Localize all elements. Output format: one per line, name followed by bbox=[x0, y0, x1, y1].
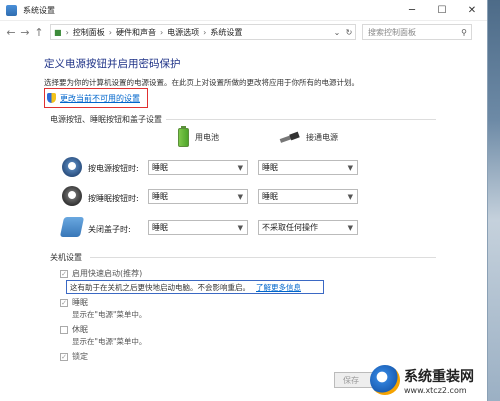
lid-close-label: 关闭盖子时: bbox=[88, 225, 131, 234]
maximize-button[interactable]: ☐ bbox=[427, 0, 457, 20]
page-description: 选择要为你的计算机设置的电源设置。在此页上对设置所做的更改将应用于你所有的电源计… bbox=[44, 78, 359, 87]
battery-icon bbox=[178, 126, 189, 147]
power-plug-icon bbox=[280, 133, 300, 143]
sleep-description: 显示在"电源"菜单中。 bbox=[72, 310, 147, 319]
lid-close-battery-select[interactable]: 睡眠 ▼ bbox=[148, 220, 248, 235]
select-value: 睡眠 bbox=[152, 192, 168, 201]
window-controls: ─ ☐ ✕ bbox=[397, 0, 487, 20]
chevron-down-icon: ▼ bbox=[237, 223, 243, 232]
search-input[interactable]: 搜索控制面板 ⚲ bbox=[362, 24, 472, 40]
section-heading-shutdown: 关机设置 bbox=[50, 253, 82, 262]
up-arrow-icon[interactable]: ↑ bbox=[32, 26, 46, 39]
window-title: 系统设置 bbox=[23, 5, 55, 15]
minimize-button[interactable]: ─ bbox=[397, 0, 427, 20]
title-bar: 系统设置 ─ ☐ ✕ bbox=[0, 0, 487, 21]
chevron-down-icon: ▼ bbox=[347, 223, 353, 232]
page-title: 定义电源按钮并启用密码保护 bbox=[44, 58, 181, 70]
learn-more-link[interactable]: 了解更多信息 bbox=[256, 282, 301, 293]
section-heading-buttons: 电源按钮、睡眠按钮和盖子设置 bbox=[50, 115, 162, 124]
column-plugged-in: 接通电源 bbox=[280, 132, 338, 143]
address-bar: ← → ↑ ■ › 控制面板 › 硬件和声音 › 电源选项 › 系统设置 ⌄ ↻… bbox=[0, 21, 487, 43]
lock-checkbox[interactable]: ✓ bbox=[60, 352, 68, 361]
back-arrow-icon[interactable]: ← bbox=[4, 26, 18, 39]
column-plugged-label: 接通电源 bbox=[306, 133, 338, 142]
breadcrumb-separator-icon: › bbox=[108, 27, 112, 37]
column-battery-label: 用电池 bbox=[195, 133, 219, 142]
power-button-plugged-select[interactable]: 睡眠 ▼ bbox=[258, 160, 358, 175]
watermark: 系统重装网 www.xtcz2.com bbox=[370, 362, 498, 398]
path-actions: ⌄ ↻ bbox=[331, 28, 355, 37]
site-logo-icon bbox=[370, 365, 400, 395]
breadcrumb-item-control-panel[interactable]: 控制面板 bbox=[73, 27, 105, 38]
fast-startup-checkbox-row[interactable]: ✓ 启用快速启动(推荐) bbox=[60, 268, 142, 279]
watermark-url: www.xtcz2.com bbox=[404, 385, 467, 395]
change-settings-link-box: 更改当前不可用的设置 bbox=[44, 88, 148, 108]
sleep-checkbox-row[interactable]: ✓ 睡眠 bbox=[60, 297, 88, 308]
hibernate-checkbox-row[interactable]: 休眠 bbox=[60, 324, 88, 335]
column-battery: 用电池 bbox=[178, 126, 219, 147]
fast-startup-help-box: 这有助于在关机之后更快地启动电脑。不会影响重启。 了解更多信息 bbox=[66, 280, 324, 294]
chevron-down-icon: ▼ bbox=[347, 163, 353, 172]
breadcrumb-item-hardware-sound[interactable]: 硬件和声音 bbox=[116, 27, 156, 38]
breadcrumb-separator-icon: › bbox=[203, 27, 207, 37]
hibernate-checkbox[interactable] bbox=[60, 325, 68, 334]
section-divider bbox=[166, 119, 436, 120]
power-button-label: 按电源按钮时: bbox=[88, 164, 139, 173]
change-unavailable-settings-link[interactable]: 更改当前不可用的设置 bbox=[60, 93, 140, 104]
select-value: 睡眠 bbox=[262, 192, 278, 201]
hibernate-label: 休眠 bbox=[72, 325, 88, 334]
power-button-icon bbox=[62, 157, 82, 177]
search-icon[interactable]: ⚲ bbox=[461, 28, 467, 37]
hibernate-description: 显示在"电源"菜单中。 bbox=[72, 337, 147, 346]
close-button[interactable]: ✕ bbox=[457, 0, 487, 20]
breadcrumb[interactable]: ■ › 控制面板 › 硬件和声音 › 电源选项 › 系统设置 ⌄ ↻ bbox=[50, 24, 356, 40]
breadcrumb-item-power-options[interactable]: 电源选项 bbox=[167, 27, 199, 38]
fast-startup-help-text: 这有助于在关机之后更快地启动电脑。不会影响重启。 bbox=[70, 282, 250, 292]
uac-shield-icon bbox=[47, 93, 56, 103]
desktop-background bbox=[488, 0, 500, 401]
sleep-label: 睡眠 bbox=[72, 298, 88, 307]
section-divider bbox=[90, 257, 436, 258]
control-panel-window: 系统设置 ─ ☐ ✕ ← → ↑ ■ › 控制面板 › 硬件和声音 › 电源选项… bbox=[0, 0, 488, 401]
chevron-down-icon: ▼ bbox=[347, 192, 353, 201]
select-value: 睡眠 bbox=[152, 223, 168, 232]
search-placeholder: 搜索控制面板 bbox=[368, 27, 416, 37]
lock-label: 锁定 bbox=[72, 352, 88, 361]
sleep-button-label: 按睡眠按钮时: bbox=[88, 194, 139, 203]
watermark-text: 系统重装网 www.xtcz2.com bbox=[404, 366, 474, 395]
chevron-down-icon: ▼ bbox=[237, 163, 243, 172]
refresh-icon[interactable]: ↻ bbox=[343, 28, 355, 37]
sleep-button-plugged-select[interactable]: 睡眠 ▼ bbox=[258, 189, 358, 204]
sleep-button-battery-select[interactable]: 睡眠 ▼ bbox=[148, 189, 248, 204]
sleep-button-icon bbox=[62, 186, 82, 206]
breadcrumb-separator-icon: › bbox=[65, 27, 69, 37]
fast-startup-checkbox[interactable]: ✓ bbox=[60, 269, 68, 278]
forward-arrow-icon[interactable]: → bbox=[18, 26, 32, 39]
breadcrumb-item-system-settings[interactable]: 系统设置 bbox=[210, 27, 242, 38]
sleep-checkbox[interactable]: ✓ bbox=[60, 298, 68, 307]
laptop-lid-icon bbox=[59, 217, 85, 237]
breadcrumb-separator-icon: › bbox=[159, 27, 164, 37]
fast-startup-label: 启用快速启动(推荐) bbox=[72, 269, 143, 278]
select-value: 睡眠 bbox=[152, 163, 168, 172]
chevron-down-icon: ▼ bbox=[237, 192, 243, 201]
watermark-title: 系统重装网 bbox=[404, 368, 474, 385]
lock-checkbox-row[interactable]: ✓ 锁定 bbox=[60, 351, 88, 362]
main-content: 定义电源按钮并启用密码保护 选择要为你的计算机设置的电源设置。在此页上对设置所做… bbox=[44, 56, 444, 92]
control-panel-small-icon: ■ bbox=[54, 27, 62, 37]
select-value: 睡眠 bbox=[262, 163, 278, 172]
lid-close-plugged-select[interactable]: 不采取任何操作 ▼ bbox=[258, 220, 358, 235]
power-button-battery-select[interactable]: 睡眠 ▼ bbox=[148, 160, 248, 175]
control-panel-icon bbox=[6, 4, 17, 16]
chevron-down-icon[interactable]: ⌄ bbox=[331, 28, 343, 37]
select-value: 不采取任何操作 bbox=[262, 223, 318, 232]
